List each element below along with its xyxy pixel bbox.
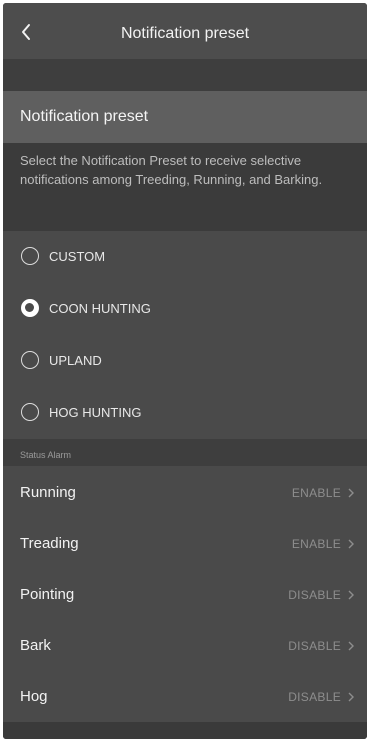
chevron-right-icon (348, 641, 354, 651)
alarm-name: Hog (20, 688, 48, 705)
chevron-right-icon (348, 590, 354, 600)
preset-option-coon-hunting[interactable]: COON HUNTING (3, 283, 367, 335)
alarm-row-treading[interactable]: Treading ENABLE (3, 517, 367, 568)
status-alarm-title: Status Alarm (20, 450, 72, 460)
chevron-right-icon (348, 539, 354, 549)
app-screen: Notification preset Notification preset … (3, 3, 367, 739)
page-title: Notification preset (120, 25, 250, 42)
chevron-right-icon (348, 488, 354, 498)
radio-selected-icon[interactable] (21, 299, 39, 317)
alarm-row-pointing[interactable]: Pointing DISABLE (3, 568, 367, 619)
description-panel: Select the Notification Preset to receiv… (3, 143, 367, 231)
nav-header: Notification preset (3, 3, 367, 59)
radio-unselected-icon[interactable] (21, 247, 39, 265)
preset-label: COON HUNTING (49, 301, 151, 316)
status-alarm-list: Running ENABLE Treading ENABLE Pointing … (3, 466, 367, 722)
section-header: Notification preset (3, 91, 367, 143)
preset-option-custom[interactable]: CUSTOM (3, 231, 367, 283)
chevron-right-icon (348, 692, 354, 702)
section-description: Select the Notification Preset to receiv… (20, 153, 323, 187)
alarm-name: Running (20, 484, 76, 501)
status-alarm-header: Status Alarm (3, 439, 367, 466)
preset-option-upland[interactable]: UPLAND (3, 335, 367, 387)
alarm-name: Treading (20, 535, 79, 552)
alarm-row-bark[interactable]: Bark DISABLE (3, 619, 367, 670)
alarm-row-running[interactable]: Running ENABLE (3, 466, 367, 517)
preset-label: HOG HUNTING (49, 405, 142, 420)
alarm-status: DISABLE (288, 639, 341, 653)
bottom-spacer (3, 722, 367, 739)
alarm-row-hog[interactable]: Hog DISABLE (3, 670, 367, 721)
preset-label: CUSTOM (49, 249, 106, 264)
preset-options: CUSTOM COON HUNTING UPLAND HOG HUNTING (3, 231, 367, 439)
header-spacer (3, 59, 367, 91)
preset-option-hog-hunting[interactable]: HOG HUNTING (3, 387, 367, 439)
alarm-status: DISABLE (288, 690, 341, 704)
preset-label: UPLAND (49, 353, 102, 368)
alarm-status: DISABLE (288, 588, 341, 602)
radio-unselected-icon[interactable] (21, 403, 39, 421)
section-title: Notification preset (20, 108, 149, 125)
alarm-name: Bark (20, 637, 51, 654)
alarm-status: ENABLE (291, 486, 341, 500)
alarm-name: Pointing (20, 586, 75, 603)
alarm-status: ENABLE (291, 537, 341, 551)
radio-unselected-icon[interactable] (21, 351, 39, 369)
